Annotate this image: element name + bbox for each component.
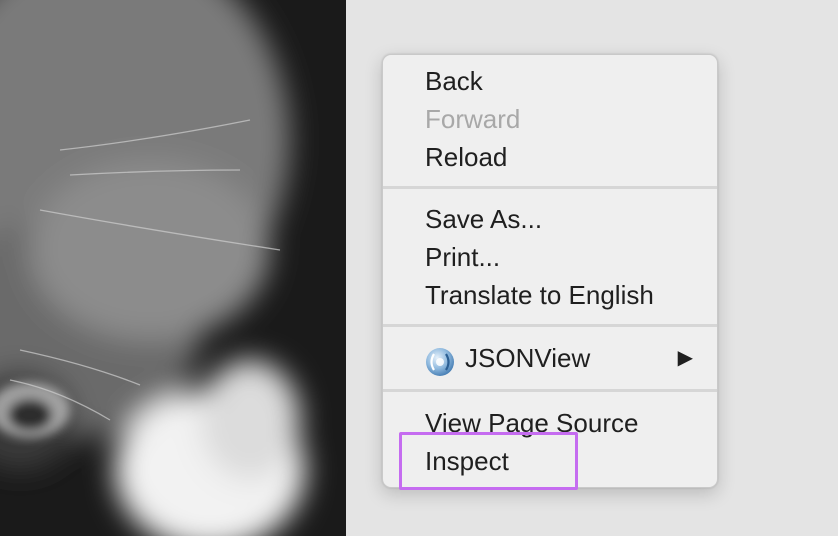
menu-item-forward: Forward	[383, 100, 717, 138]
menu-item-save-as-label: Save As...	[425, 204, 543, 234]
submenu-arrow-icon: ▶	[677, 347, 693, 369]
menu-item-reload[interactable]: Reload	[383, 138, 717, 176]
context-menu: Back Forward Reload Save As... Print... …	[382, 54, 718, 488]
menu-item-forward-label: Forward	[425, 104, 521, 134]
inspect-highlight-box	[399, 432, 578, 490]
menu-item-translate-label: Translate to English	[425, 280, 654, 310]
menu-separator	[383, 324, 717, 327]
menu-separator	[383, 186, 717, 189]
menu-separator	[383, 389, 717, 392]
menu-item-print-label: Print...	[425, 242, 501, 272]
menu-item-jsonview-label: JSONView	[465, 343, 591, 373]
menu-item-translate[interactable]: Translate to English	[383, 276, 717, 314]
menu-item-reload-label: Reload	[425, 142, 508, 172]
jsonview-icon	[426, 348, 454, 376]
menu-item-back-label: Back	[425, 66, 483, 96]
menu-item-save-as[interactable]: Save As...	[383, 200, 717, 238]
cat-photo	[0, 0, 346, 536]
menu-item-print[interactable]: Print...	[383, 238, 717, 276]
menu-item-back[interactable]: Back	[383, 62, 717, 100]
menu-item-jsonview[interactable]: JSONView ▶	[383, 339, 717, 377]
